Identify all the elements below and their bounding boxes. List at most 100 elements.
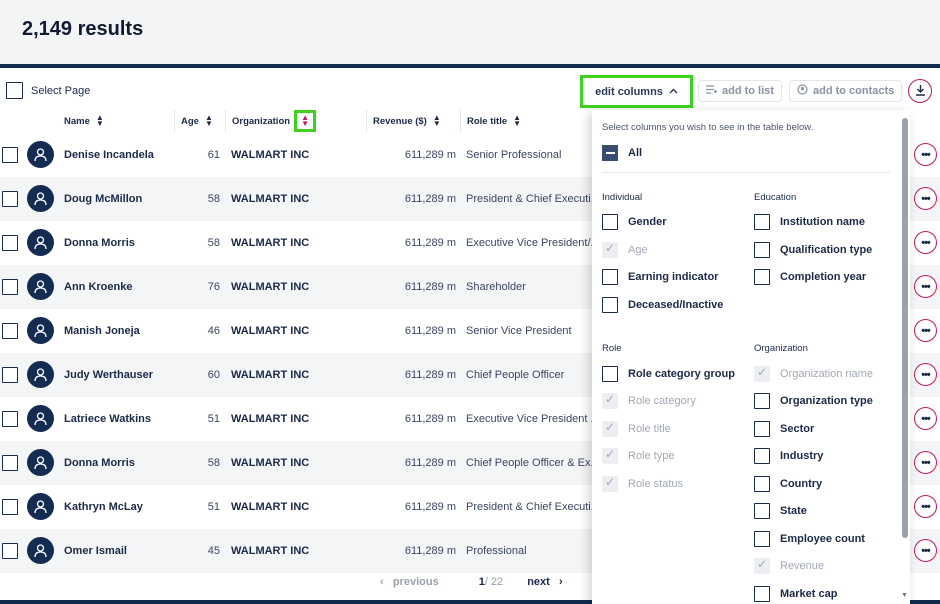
next-page-button[interactable]: next › bbox=[527, 576, 562, 588]
option-role-type: Role type bbox=[602, 447, 674, 464]
person-name[interactable]: Ann Kroenke bbox=[64, 281, 132, 293]
row-checkbox[interactable] bbox=[2, 323, 18, 339]
previous-page-button[interactable]: ‹ previous bbox=[380, 576, 439, 588]
indeterminate-checkbox-icon[interactable] bbox=[602, 145, 618, 161]
dropdown-scrollbar[interactable]: ▼ bbox=[901, 118, 908, 599]
checkbox[interactable] bbox=[754, 269, 770, 285]
select-page-box[interactable] bbox=[6, 82, 23, 99]
organization-name[interactable]: WALMART INC bbox=[231, 193, 309, 205]
results-count: 2,149 results bbox=[22, 18, 144, 40]
select-all-option[interactable]: All bbox=[602, 145, 642, 161]
row-checkbox[interactable] bbox=[2, 147, 18, 163]
organization-name[interactable]: WALMART INC bbox=[231, 369, 309, 381]
scroll-down-arrow-icon[interactable]: ▼ bbox=[901, 592, 908, 599]
option-qualification-type[interactable]: Qualification type bbox=[754, 242, 872, 258]
person-name[interactable]: Kathryn McLay bbox=[64, 501, 143, 513]
sort-icon[interactable]: ▲ ▼ bbox=[96, 114, 104, 128]
column-header-revenue[interactable]: Revenue ($) ▲ ▼ bbox=[366, 110, 441, 132]
more-options-button[interactable]: ••• bbox=[914, 231, 937, 254]
sort-icon[interactable]: ▲ ▼ bbox=[433, 114, 441, 128]
option-market-cap[interactable]: Market cap bbox=[754, 586, 837, 602]
person-name[interactable]: Donna Morris bbox=[64, 457, 135, 469]
more-options-button[interactable]: ••• bbox=[914, 143, 937, 166]
option-label: Sector bbox=[780, 423, 815, 435]
person-name[interactable]: Denise Incandela bbox=[64, 149, 154, 161]
row-checkbox[interactable] bbox=[2, 367, 18, 383]
more-options-button[interactable]: ••• bbox=[914, 363, 937, 386]
option-gender[interactable]: Gender bbox=[602, 214, 667, 230]
option-country[interactable]: Country bbox=[754, 476, 822, 492]
organization-name[interactable]: WALMART INC bbox=[231, 413, 309, 425]
option-completion-year[interactable]: Completion year bbox=[754, 269, 866, 285]
person-name[interactable]: Judy Werthauser bbox=[64, 369, 153, 381]
organization-name[interactable]: WALMART INC bbox=[231, 149, 309, 161]
person-name[interactable]: Latriece Watkins bbox=[64, 413, 151, 425]
column-header-name[interactable]: Name ▲ ▼ bbox=[58, 110, 104, 132]
checkbox[interactable] bbox=[602, 214, 618, 230]
organization-sort-highlight[interactable]: ▲ ▼ bbox=[294, 110, 317, 132]
option-organization-type[interactable]: Organization type bbox=[754, 393, 873, 409]
option-role-category-group[interactable]: Role category group bbox=[602, 366, 735, 382]
option-institution-name[interactable]: Institution name bbox=[754, 214, 865, 230]
checkbox[interactable] bbox=[754, 476, 770, 492]
edit-columns-button[interactable]: edit columns bbox=[580, 75, 693, 108]
option-state[interactable]: State bbox=[754, 503, 807, 519]
checkbox[interactable] bbox=[754, 242, 770, 258]
column-header-organization[interactable]: Organization ▲ ▼ bbox=[225, 110, 317, 132]
row-checkbox[interactable] bbox=[2, 499, 18, 515]
add-to-contacts-button[interactable]: add to contacts bbox=[789, 80, 903, 102]
person-name[interactable]: Omer Ismail bbox=[64, 545, 127, 557]
checkbox[interactable] bbox=[754, 448, 770, 464]
option-employee-count[interactable]: Employee count bbox=[754, 531, 865, 547]
checkbox[interactable] bbox=[754, 393, 770, 409]
option-deceased-inactive[interactable]: Deceased/Inactive bbox=[602, 297, 723, 313]
organization-name[interactable]: WALMART INC bbox=[231, 237, 309, 249]
organization-name[interactable]: WALMART INC bbox=[231, 281, 309, 293]
person-name[interactable]: Doug McMillon bbox=[64, 193, 142, 205]
more-options-button[interactable]: ••• bbox=[914, 451, 937, 474]
row-checkbox[interactable] bbox=[2, 543, 18, 559]
checkbox[interactable] bbox=[754, 531, 770, 547]
more-options-icon: ••• bbox=[921, 456, 931, 469]
organization-name[interactable]: WALMART INC bbox=[231, 501, 309, 513]
checkbox[interactable] bbox=[754, 586, 770, 602]
more-options-icon: ••• bbox=[921, 500, 931, 513]
option-industry[interactable]: Industry bbox=[754, 448, 823, 464]
organization-name[interactable]: WALMART INC bbox=[231, 545, 309, 557]
sort-icon[interactable]: ▲ ▼ bbox=[301, 114, 309, 128]
checkbox[interactable] bbox=[754, 503, 770, 519]
checkbox[interactable] bbox=[602, 269, 618, 285]
add-to-list-button[interactable]: add to list bbox=[698, 80, 782, 102]
checkbox[interactable] bbox=[602, 366, 618, 382]
sort-icon[interactable]: ▲ ▼ bbox=[205, 114, 213, 128]
option-sector[interactable]: Sector bbox=[754, 421, 814, 437]
person-name[interactable]: Manish Joneja bbox=[64, 325, 140, 337]
more-options-button[interactable]: ••• bbox=[914, 539, 937, 562]
revenue-value: 611,289 m bbox=[404, 369, 456, 381]
column-header-role-title[interactable]: Role title ▲ ▼ bbox=[460, 110, 521, 132]
organization-name[interactable]: WALMART INC bbox=[231, 325, 309, 337]
more-options-button[interactable]: ••• bbox=[914, 319, 937, 342]
row-checkbox[interactable] bbox=[2, 411, 18, 427]
row-checkbox[interactable] bbox=[2, 235, 18, 251]
checkbox[interactable] bbox=[754, 214, 770, 230]
column-header-age[interactable]: Age ▲ ▼ bbox=[174, 110, 213, 132]
download-button[interactable] bbox=[908, 79, 932, 103]
scrollbar-thumb[interactable] bbox=[902, 118, 908, 538]
sort-icon[interactable]: ▲ ▼ bbox=[513, 114, 521, 128]
revenue-value: 611,289 m bbox=[404, 413, 456, 425]
more-options-button[interactable]: ••• bbox=[914, 407, 937, 430]
checkbox[interactable] bbox=[754, 421, 770, 437]
more-options-button[interactable]: ••• bbox=[914, 187, 937, 210]
row-checkbox[interactable] bbox=[2, 191, 18, 207]
option-earning-indicator[interactable]: Earning indicator bbox=[602, 269, 718, 285]
row-checkbox[interactable] bbox=[2, 455, 18, 471]
person-name[interactable]: Donna Morris bbox=[64, 237, 135, 249]
select-page-checkbox[interactable]: Select Page bbox=[6, 82, 90, 99]
checkbox[interactable] bbox=[602, 297, 618, 313]
organization-name[interactable]: WALMART INC bbox=[231, 457, 309, 469]
select-page-label: Select Page bbox=[31, 84, 91, 97]
more-options-button[interactable]: ••• bbox=[914, 275, 937, 298]
more-options-button[interactable]: ••• bbox=[914, 495, 937, 518]
row-checkbox[interactable] bbox=[2, 279, 18, 295]
